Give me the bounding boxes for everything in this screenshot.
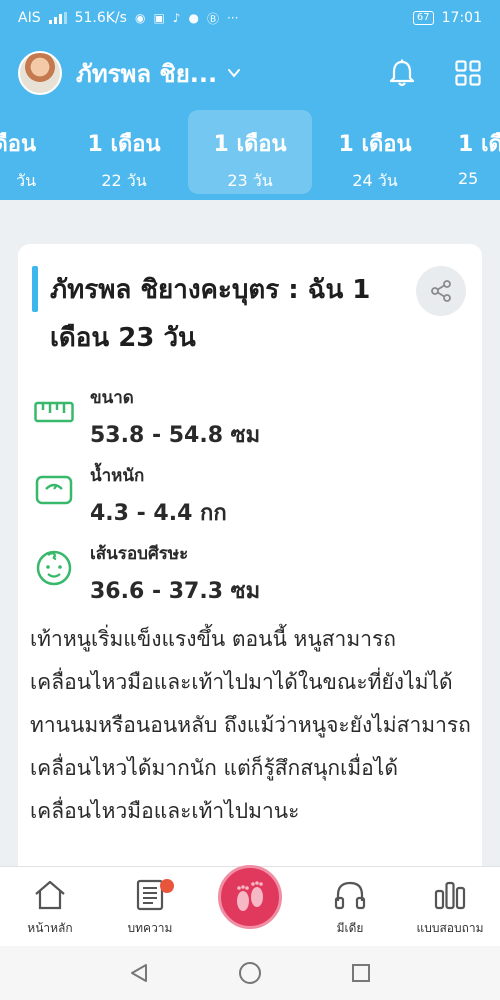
b-icon: Ⓑ [206, 11, 219, 26]
scale-icon [32, 468, 76, 512]
battery-icon: 67 [412, 11, 434, 25]
card-title-wrap: ภัทรพล ชิยางคะบุตร : ฉัน 1 เดือน 23 วัน [32, 266, 412, 362]
back-icon[interactable] [128, 962, 150, 984]
nav-survey[interactable]: แบบสอบถาม [400, 875, 500, 938]
network-speed: 51.6K/s [74, 10, 127, 26]
headphones-icon [300, 875, 400, 915]
age-selector: เดือนวัน 1 เดือน22 วัน 1 เดือน23 วัน 1 เ… [0, 110, 500, 200]
nav-label: หน้าหลัก [27, 921, 73, 935]
header: ภัทรพล ชิย... เดือนวัน 1 เดือน22 วัน 1 เ… [0, 36, 500, 200]
share-icon [431, 280, 451, 302]
development-card: ภัทรพล ชิยางคะบุตร : ฉัน 1 เดือน 23 วัน … [18, 244, 482, 884]
nav-articles[interactable]: บทความ [100, 875, 200, 938]
chevron-down-icon[interactable] [227, 66, 241, 80]
card-title: ภัทรพล ชิยางคะบุตร : ฉัน 1 เดือน 23 วัน [50, 275, 371, 353]
signal-icon [48, 12, 67, 24]
bottom-nav: หน้าหลัก บทความ มีเดีย แบบสอบถาม [0, 865, 500, 946]
status-bar: AIS 51.6K/s ◉ ▣ ♪ ● Ⓑ ··· 67 17:01 [0, 0, 500, 36]
metric-value: 4.3 - 4.4 กก [90, 501, 227, 526]
title-accent-bar [32, 266, 38, 312]
baby-face-icon [32, 546, 76, 590]
nav-home[interactable]: หน้าหลัก [0, 875, 100, 938]
calendar-icon: ▣ [153, 11, 165, 25]
tiktok-icon: ♪ [172, 11, 181, 25]
metric-weight: น้ำหนัก 4.3 - 4.4 กก [32, 462, 227, 530]
recents-icon[interactable] [350, 962, 372, 984]
metric-label: น้ำหนัก [90, 466, 145, 486]
metric-label: ขนาด [90, 388, 134, 408]
metric-size: ขนาด 53.8 - 54.8 ซม [32, 384, 260, 452]
system-nav-bar [0, 946, 500, 1000]
nav-label: แบบสอบถาม [416, 921, 484, 935]
metric-head-circumference: เส้นรอบศีรษะ 36.6 - 37.3 ซม [32, 540, 260, 608]
notification-badge [160, 879, 174, 893]
nav-media[interactable]: มีเดีย [300, 875, 400, 938]
nav-label: บทความ [127, 921, 173, 935]
development-description: เท้าหนูเริ่มแข็งแรงขึ้น ตอนนี้ หนูสามารถ… [30, 627, 471, 823]
age-tab-active[interactable]: 1 เดือน 23 วัน [188, 110, 312, 194]
metric-label: เส้นรอบศีรษะ [90, 544, 189, 564]
facebook-icon: ● [188, 11, 199, 25]
messenger-icon: ◉ [134, 11, 146, 25]
more-dots-icon: ··· [226, 11, 239, 25]
age-tab[interactable]: เดือนวัน [0, 110, 44, 194]
clock: 17:01 [441, 10, 482, 26]
share-button[interactable] [416, 266, 466, 316]
age-tab[interactable]: 1 เดื 25 [438, 110, 500, 194]
baby-feet-icon [237, 881, 263, 911]
metric-value: 53.8 - 54.8 ซม [90, 423, 261, 448]
survey-bars-icon [400, 875, 500, 915]
baby-feet-button[interactable] [218, 865, 282, 929]
metric-value: 36.6 - 37.3 ซม [90, 579, 261, 604]
age-tab[interactable]: 1 เดือน 22 วัน [62, 110, 186, 194]
ruler-icon [32, 390, 76, 434]
carrier-label: AIS [18, 10, 41, 26]
article-icon [100, 875, 200, 915]
avatar[interactable] [18, 51, 62, 95]
topbar: ภัทรพล ชิย... [0, 36, 500, 110]
nav-label: มีเดีย [336, 921, 364, 935]
home-icon [0, 875, 100, 915]
grid-icon[interactable] [454, 59, 482, 87]
profile-name[interactable]: ภัทรพล ชิย... [76, 54, 217, 93]
bell-icon[interactable] [388, 59, 416, 87]
age-tab[interactable]: 1 เดือน 24 วัน [313, 110, 437, 194]
home-circle-icon[interactable] [238, 961, 262, 985]
